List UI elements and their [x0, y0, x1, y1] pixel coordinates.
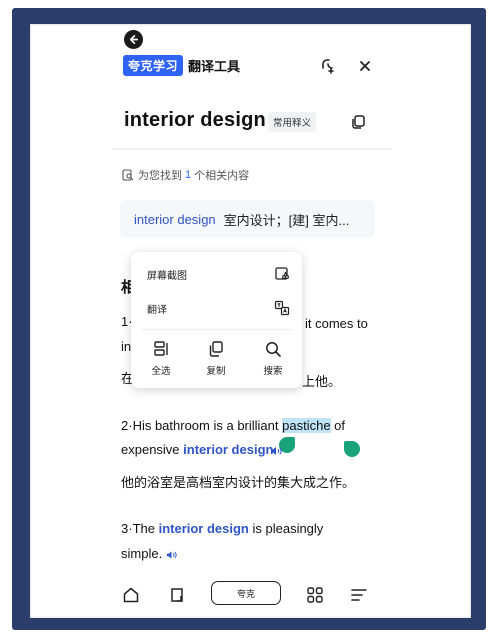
home-icon[interactable]: [122, 586, 140, 604]
app-brand: 夸克学习 翻译工具: [123, 55, 240, 76]
copy-icon[interactable]: [350, 114, 366, 130]
share-icon[interactable]: [318, 56, 338, 76]
brand-title: 翻译工具: [188, 59, 241, 74]
divider: [112, 148, 392, 150]
copy-menu-icon: [209, 341, 223, 357]
search-button[interactable]: 搜索: [253, 340, 293, 380]
example-2-text-before: His bathroom is a brilliant: [132, 418, 283, 433]
menu-screenshot-label: 屏幕截图: [147, 270, 187, 282]
menu-icon[interactable]: [350, 586, 368, 604]
search-label: 搜索: [263, 366, 283, 377]
selection-handle-right[interactable]: [344, 441, 360, 457]
translate-icon: [274, 300, 290, 316]
example-3-num: 3·: [121, 521, 133, 536]
example-3-line1: 3·The interior design is pleasingly: [121, 521, 323, 536]
selected-text[interactable]: pastiche: [282, 418, 331, 433]
example-2-text-after: of: [330, 418, 346, 433]
example-2-zh: 他的浴室是高档室内设计的集大成之作。: [121, 475, 356, 490]
example-2-num: 2·: [121, 418, 133, 433]
select-all-icon: [154, 341, 168, 356]
select-all-label: 全选: [151, 366, 171, 377]
screenshot-icon: [275, 267, 289, 280]
tabs-icon[interactable]: [168, 586, 186, 604]
example-1-zh-right: 上他。: [302, 374, 342, 389]
menu-translate-label: 翻译: [147, 304, 167, 316]
speaker-icon[interactable]: [166, 550, 177, 560]
apps-grid-icon[interactable]: [306, 586, 324, 604]
example-3-text-after: is pleasingly: [248, 521, 324, 536]
example-2-line1: 2·His bathroom is a brilliant pastiche o…: [121, 418, 345, 433]
example-2-line2: expensive interior design.: [121, 442, 277, 457]
example-1-text-right: it comes to: [305, 316, 368, 331]
copy-label: 复制: [206, 366, 226, 377]
select-all-button[interactable]: 全选: [141, 340, 181, 380]
found-summary: 为您找到 1 个相关内容: [122, 167, 249, 183]
example-2-link[interactable]: interior design: [183, 442, 273, 457]
context-menu: 屏幕截图 翻译 全选 复制 搜索: [131, 252, 302, 388]
example-2-line2-before: expensive: [121, 442, 184, 457]
found-prefix: 为您找到: [138, 170, 182, 182]
search-doc-icon: [122, 169, 134, 181]
example-3-text-before: The: [132, 521, 159, 536]
menu-item-screenshot[interactable]: 屏幕截图: [131, 260, 302, 288]
found-count: 1: [185, 169, 192, 181]
speaker-icon[interactable]: [270, 446, 282, 456]
word-title: interior design: [124, 109, 266, 131]
close-icon[interactable]: [355, 56, 375, 76]
brand-badge: 夸克学习: [123, 55, 184, 76]
copy-button[interactable]: 复制: [196, 340, 236, 380]
found-suffix: 个相关内容: [194, 170, 250, 182]
menu-item-translate[interactable]: 翻译: [131, 294, 302, 322]
result-zh: 室内设计；[建] 室内...: [223, 212, 350, 228]
example-3-line2-text: simple.: [121, 546, 163, 561]
menu-divider: [141, 329, 292, 330]
meaning-tag[interactable]: 常用释义: [268, 112, 317, 132]
result-en: interior design: [134, 211, 216, 227]
search-icon: [266, 342, 281, 357]
quark-center-button[interactable]: 夸克: [211, 581, 281, 605]
example-3-link[interactable]: interior design: [159, 521, 249, 536]
example-3-line2: simple.: [121, 546, 177, 561]
result-card[interactable]: interior design 室内设计；[建] 室内...: [120, 200, 375, 238]
bottom-nav: 夸克: [110, 576, 392, 610]
back-arrow-icon[interactable]: [124, 30, 143, 49]
example-1-line2: in: [121, 339, 132, 354]
